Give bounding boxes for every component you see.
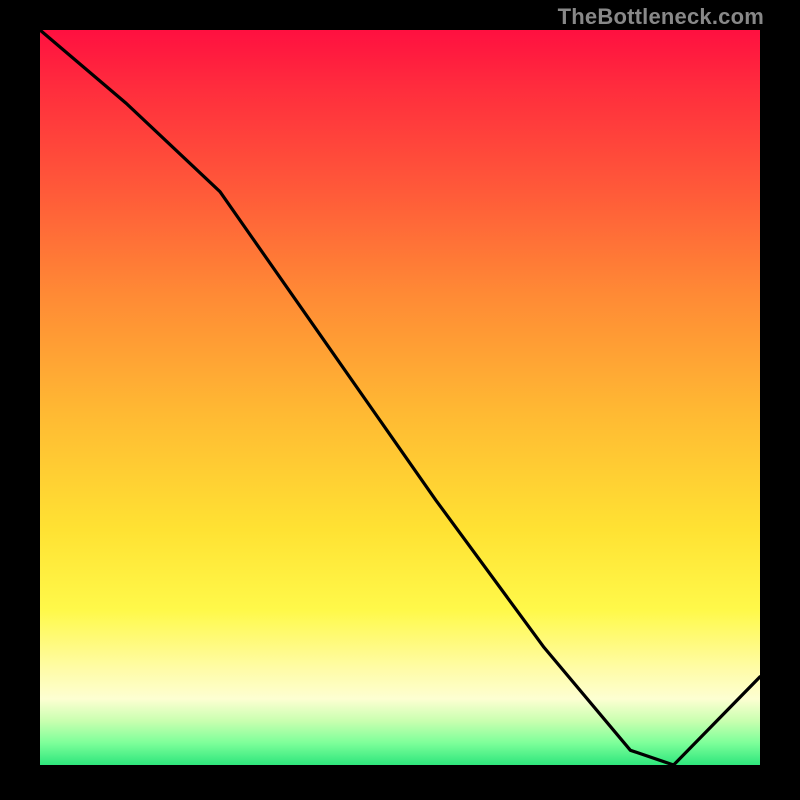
chart-line	[40, 30, 760, 765]
chart-plot-area	[40, 30, 760, 765]
chart-frame: TheBottleneck.com	[0, 0, 800, 800]
watermark-text: TheBottleneck.com	[558, 4, 764, 30]
chart-curve-svg	[40, 30, 760, 765]
